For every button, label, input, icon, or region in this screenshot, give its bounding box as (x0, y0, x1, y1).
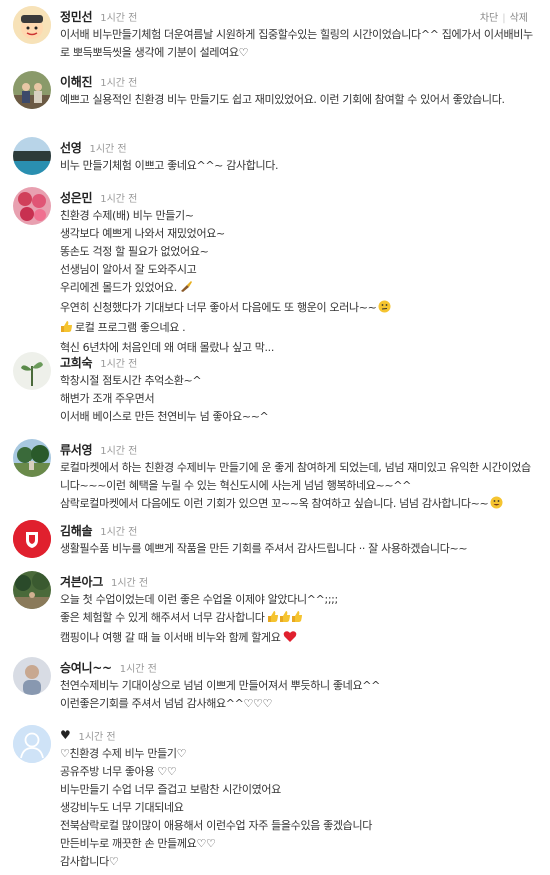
author-name[interactable]: 선영 (60, 139, 82, 156)
comment-text: 생활필수품 비누를 예쁘게 작품을 만든 기회를 주셔서 감사드립니다 ·· 잘… (60, 540, 536, 558)
author-name[interactable]: 김해솔 (60, 522, 93, 539)
comment-line: 생활필수품 비누를 예쁘게 작품을 만든 기회를 주셔서 감사드립니다 ·· 잘… (60, 542, 468, 555)
comment-text: 친환경 수제(배) 비누 만들기~ 생각보다 예쁘게 나와서 재밌었어요~ 똥손… (60, 207, 536, 357)
author-name[interactable]: 정민선 (60, 8, 93, 25)
author-name[interactable]: ♥ (60, 728, 71, 742)
cartoon-character-icon (13, 6, 51, 44)
comment-line: ♡친환경 수제 비누 만들기♡ (60, 747, 187, 760)
grinning-emoji-icon (490, 496, 503, 515)
block-button[interactable]: 차단 (480, 13, 498, 24)
thumbs-up-emoji-icon (267, 610, 303, 629)
comment-line: 우리에겐 몰드가 있었어요. (60, 281, 177, 294)
author-name[interactable]: 겨븐아그 (60, 573, 103, 590)
comment-line: 생각보다 예쁘게 나와서 재밌었어요~ (60, 227, 225, 240)
author-name[interactable]: 고희숙 (60, 354, 93, 371)
comment-text: 오늘 첫 수업이었는데 이런 좋은 수업을 이제야 알았다니^^;;;; 좋은 … (60, 591, 536, 649)
comment-line: 공유주방 너무 좋아용 ♡♡ (60, 765, 177, 778)
author-name[interactable]: 성은민 (60, 189, 93, 206)
comment-item: 성은민 1시간 전 친환경 수제(배) 비누 만들기~ 생각보다 예쁘게 나와서… (0, 187, 550, 354)
landscape-photo-icon (13, 439, 51, 477)
timestamp: 1시간 전 (110, 577, 149, 589)
comment-line: 이서배 베이스로 만든 천연비누 넘 좋아요~~^ (60, 410, 269, 423)
thumbs-up-emoji-icon (60, 320, 73, 339)
avatar[interactable] (13, 520, 51, 558)
comment-line: 똥손도 걱정 할 필요가 없었어요~ (60, 245, 209, 258)
author-name[interactable]: 류서영 (60, 441, 93, 458)
forest-photo-icon (13, 571, 51, 609)
comment-line: 비누 만들기체험 이쁘고 좋네요^^~ 감사합니다. (60, 159, 279, 172)
paintbrush-emoji-icon (179, 280, 193, 299)
timestamp: 1시간 전 (100, 445, 138, 457)
avatar[interactable] (13, 6, 51, 44)
comment-line: 예쁘고 실용적인 친환경 비누 만들기도 쉽고 재미있었어요. 이런 기회에 참… (60, 93, 505, 106)
avatar[interactable] (13, 725, 51, 763)
timestamp: 1시간 전 (100, 358, 138, 370)
comment-item: 고희숙 1시간 전 학창시절 점토시간 추억소환~^ 해변가 조개 주우면서 이… (0, 352, 550, 439)
comment-line: 생강비누도 너무 기대되네요 (60, 801, 184, 814)
comment-line: 만든비누로 깨끗한 손 만들께요♡♡ (60, 837, 216, 850)
comment-item: 겨븐아그 1시간 전 오늘 첫 수업이었는데 이런 좋은 수업을 이제야 알았다… (0, 571, 550, 657)
comment-item: 정민선 1시간 전 차단 | 삭제 이서배 비누만들기체험 더운여름날 시원하게 집… (0, 6, 550, 71)
avatar[interactable] (13, 71, 51, 109)
comment-line: 선생님이 알아서 잘 도와주시고 (60, 263, 197, 276)
author-name[interactable]: 승여니~~ (60, 659, 112, 676)
comment-line: 이런좋은기회를 주셔서 넘넘 감사해요^^♡♡♡ (60, 697, 273, 710)
comment-line: 캠핑이나 여행 갈 때 늘 이서배 비누와 함께 할게요 (60, 631, 281, 644)
avatar[interactable] (13, 187, 51, 225)
pool-photo-icon (13, 137, 51, 175)
comment-line: 감사합니다♡ (60, 855, 119, 868)
comment-line: 로컬마켓에서 하는 친환경 수제비누 만들기에 운 좋게 참여하게 되었는데, … (60, 461, 531, 492)
divider: | (502, 13, 506, 24)
comment-line: 전북삼락로컬 많이많이 애용해서 이런수업 자주 들을수있음 좋겠습니다 (60, 819, 372, 832)
timestamp: 1시간 전 (100, 193, 138, 205)
comment-actions: 차단 | 삭제 (480, 9, 528, 24)
avatar[interactable] (13, 137, 51, 175)
comment-item: 승여니~~ 1시간 전 천연수제비누 기대이상으로 넘넘 이쁘게 만들어져서 뿌… (0, 657, 550, 725)
thinking-emoji-icon (378, 300, 391, 319)
delete-button[interactable]: 삭제 (510, 13, 528, 24)
timestamp: 1시간 전 (100, 526, 138, 538)
comment-line: 이서배 비누만들기체험 더운여름날 시원하게 집중할수있는 힐링의 시간이었습니… (60, 28, 533, 59)
plant-photo-icon (13, 352, 51, 390)
comment-line: 삼락로컬마켓에서 다음에도 이런 기회가 있으면 꼬~~옥 참여하고 싶습니다.… (60, 497, 489, 510)
comment-item: 선영 1시간 전 비누 만들기체험 이쁘고 좋네요^^~ 감사합니다. (0, 137, 550, 187)
timestamp: 1시간 전 (119, 663, 157, 675)
comment-item: 이해진 1시간 전 예쁘고 실용적인 친환경 비누 만들기도 쉽고 재미있었어요… (0, 71, 550, 137)
avatar[interactable] (13, 571, 51, 609)
comment-item: 류서영 1시간 전 로컬마켓에서 하는 친환경 수제비누 만들기에 운 좋게 참… (0, 439, 550, 520)
portrait-photo-icon (13, 657, 51, 695)
flowers-photo-icon (13, 187, 51, 225)
comment-text: 학창시절 점토시간 추억소환~^ 해변가 조개 주우면서 이서배 베이스로 만든… (60, 372, 536, 426)
timestamp: 1시간 전 (100, 77, 138, 89)
shield-logo-icon (13, 520, 51, 558)
comment-line: 오늘 첫 수업이었는데 이런 좋은 수업을 이제야 알았다니^^;;;; (60, 593, 338, 606)
default-profile-icon (13, 725, 51, 763)
timestamp: 1시간 전 (100, 12, 138, 24)
timestamp: 1시간 전 (89, 143, 127, 155)
comment-text: 천연수제비누 기대이상으로 넘넘 이쁘게 만들어져서 뿌듯하니 좋네요^^ 이런… (60, 677, 536, 713)
timestamp: 1시간 전 (78, 731, 116, 743)
avatar[interactable] (13, 657, 51, 695)
comment-line: 천연수제비누 기대이상으로 넘넘 이쁘게 만들어져서 뿌듯하니 좋네요^^ (60, 679, 380, 692)
comment-text: ♡친환경 수제 비누 만들기♡ 공유주방 너무 좋아용 ♡♡ 비누만들기 수업 … (60, 745, 536, 871)
avatar[interactable] (13, 439, 51, 477)
comment-text: 로컬마켓에서 하는 친환경 수제비누 만들기에 운 좋게 참여하게 되었는데, … (60, 459, 536, 515)
comment-line: 친환경 수제(배) 비누 만들기~ (60, 209, 194, 222)
comment-line: 해변가 조개 주우면서 (60, 392, 155, 405)
comment-text: 이서배 비누만들기체험 더운여름날 시원하게 집중할수있는 힐링의 시간이었습니… (60, 26, 536, 62)
comment-line: 좋은 체험할 수 있게 해주셔서 너무 감사합니다 (60, 611, 265, 624)
comment-item: 김해솔 1시간 전 생활필수품 비누를 예쁘게 작품을 만든 기회를 주셔서 감… (0, 520, 550, 571)
comment-text: 비누 만들기체험 이쁘고 좋네요^^~ 감사합니다. (60, 157, 536, 175)
author-name[interactable]: 이해진 (60, 73, 93, 90)
comment-line: 로컬 프로그램 좋으네요 . (75, 321, 186, 334)
comment-text: 예쁘고 실용적인 친환경 비누 만들기도 쉽고 재미있었어요. 이런 기회에 참… (60, 91, 536, 109)
comment-line: 학창시절 점토시간 추억소환~^ (60, 374, 202, 387)
red-heart-emoji-icon (283, 630, 297, 649)
comment-line: 비누만들기 수업 너무 즐겁고 보람찬 시간이였어요 (60, 783, 281, 796)
comment-item: ♥ 1시간 전 ♡친환경 수제 비누 만들기♡ 공유주방 너무 좋아용 ♡♡ 비… (0, 725, 550, 875)
comment-line: 우연히 신청했다가 기대보다 너무 좋아서 다음에도 또 행운이 오러나~~ (60, 301, 377, 314)
avatar[interactable] (13, 352, 51, 390)
family-photo-icon (13, 71, 51, 109)
comment-list: 정민선 1시간 전 차단 | 삭제 이서배 비누만들기체험 더운여름날 시원하게 집… (0, 0, 550, 875)
